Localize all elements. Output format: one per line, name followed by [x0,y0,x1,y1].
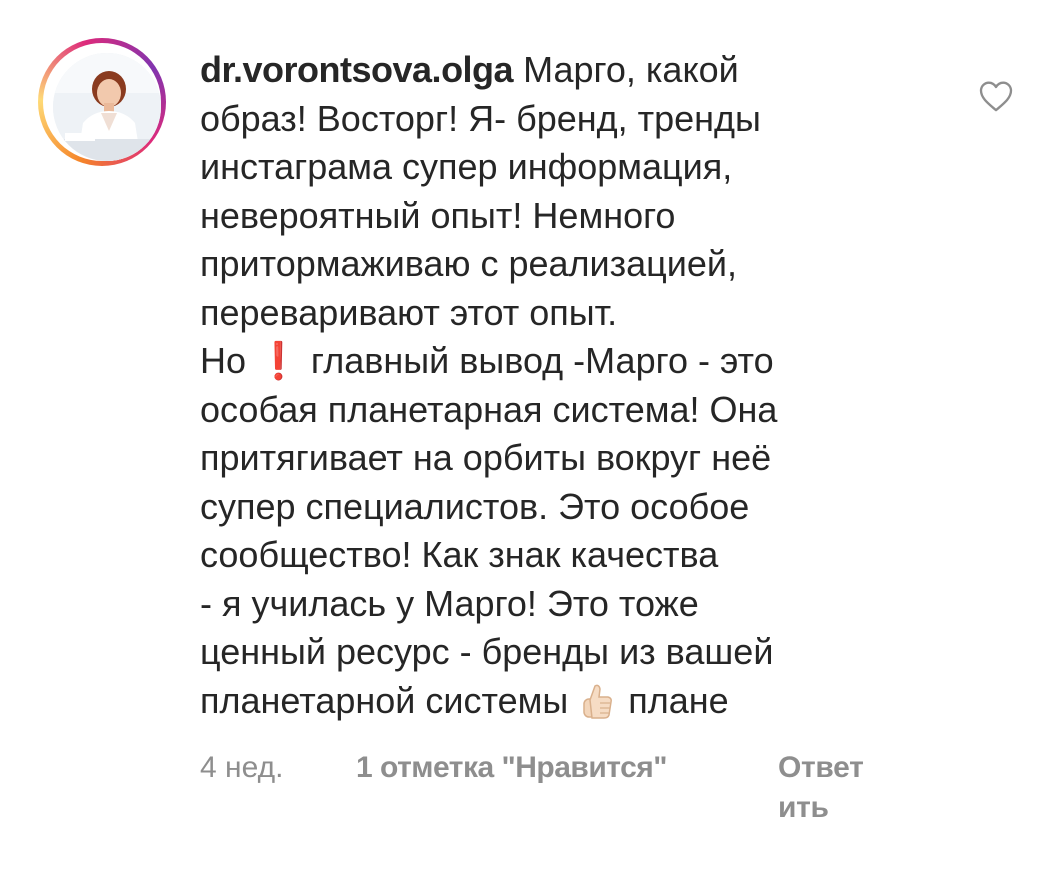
avatar-ring-gap [43,43,161,161]
exclamation-emoji-icon: ❗ [256,340,301,381]
heart-outline-icon[interactable] [976,76,1016,116]
comment-text-part2: главный вывод -Марго - это особая планет… [200,340,778,721]
avatar[interactable] [53,53,161,161]
comment-timestamp: 4 нед. [200,751,284,784]
comment-text-part1: Марго, какой образ! Восторг! Я- бренд, т… [200,49,761,381]
comment-username[interactable]: dr.vorontsova.olga [200,49,514,90]
comment-text-part3: плане [618,679,729,721]
comment-likes-link[interactable]: 1 отметка "Нравится" [356,748,668,788]
reply-button[interactable]: Ответ ить [778,748,898,828]
avatar-photo [53,53,161,161]
comment-body: dr.vorontsova.olga Марго, какой образ! В… [200,46,890,725]
avatar-story-ring[interactable] [38,38,166,166]
thumbs-up-emoji-icon [578,681,618,721]
